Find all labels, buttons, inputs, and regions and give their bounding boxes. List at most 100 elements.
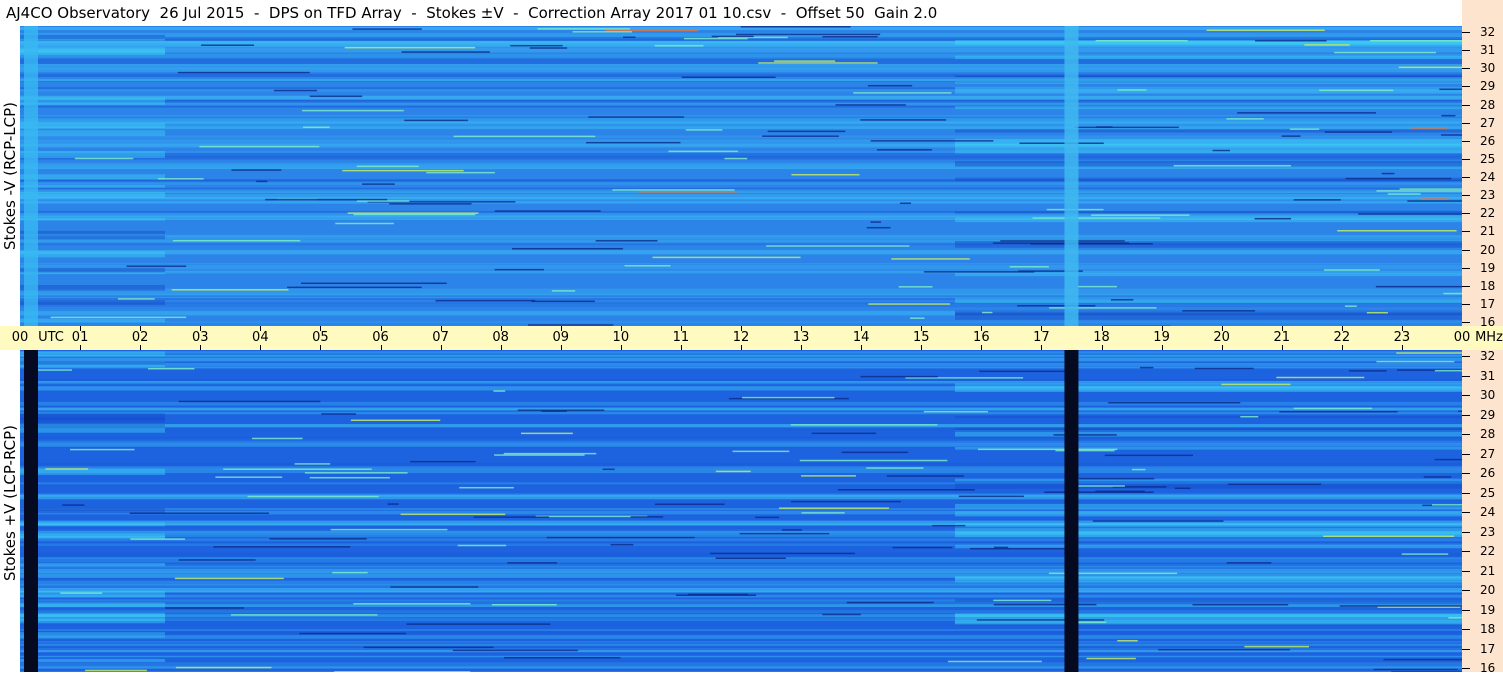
spectral-block-band (20, 469, 165, 475)
interference-streak (668, 151, 738, 153)
interference-streak (655, 504, 725, 506)
interference-streak (1140, 367, 1153, 369)
spectral-band (20, 635, 1462, 639)
interference-streak (682, 77, 776, 79)
interference-streak (742, 397, 834, 399)
time-tickmark-21-bottom (1282, 345, 1283, 350)
time-tickmark-05-bottom (320, 345, 321, 350)
time-tickmark-18-bottom (1102, 345, 1103, 350)
spectral-block-band (955, 576, 1462, 582)
spectral-band (20, 263, 1462, 264)
interference-streak (321, 413, 356, 414)
time-tickmark-04-top (260, 326, 261, 331)
freq-tickmark-16 (1462, 322, 1470, 323)
freq-tick-17: 17 (1480, 642, 1495, 656)
freq-tick-19: 19 (1480, 261, 1495, 275)
spectral-band (20, 408, 1462, 410)
freq-tickmark-27 (1462, 123, 1470, 124)
interference-streak (305, 472, 408, 474)
spectral-block-band (955, 56, 1462, 60)
freq-tickmark-22 (1462, 551, 1470, 552)
interference-streak (1383, 659, 1462, 661)
spectral-band (20, 629, 1462, 630)
interference-streak (85, 670, 147, 672)
interference-streak (868, 85, 912, 87)
freq-tickmark-20 (1462, 590, 1470, 591)
interference-streak (1382, 173, 1395, 175)
freq-tick-31: 31 (1480, 43, 1495, 57)
spectral-block-band (955, 511, 1462, 516)
time-tickmark-06-top (381, 326, 382, 331)
interference-streak (1096, 40, 1188, 42)
interference-streak (538, 28, 631, 30)
spectral-block-band (955, 273, 1462, 276)
spectral-block-band (955, 523, 1462, 527)
interference-streak (1182, 310, 1255, 312)
interference-streak (178, 72, 310, 74)
interference-streak (1349, 370, 1387, 372)
interference-streak (791, 501, 901, 503)
spectral-block-band (20, 362, 165, 365)
interference-streak (302, 110, 404, 112)
interference-streak (586, 142, 680, 144)
spectral-band (20, 656, 1462, 657)
interference-streak (866, 467, 923, 469)
bottom-panel-ylabel: Stokes +V (LCP-RCP) (0, 353, 20, 653)
interference-streak (75, 158, 133, 160)
interference-streak (179, 559, 256, 561)
interference-streak (686, 129, 723, 131)
freq-tickmark-32 (1462, 356, 1470, 357)
interference-streak (1421, 198, 1449, 200)
freq-tick-32: 32 (1480, 349, 1495, 363)
interference-streak (1407, 200, 1462, 202)
freq-tickmark-19 (1462, 268, 1470, 269)
interference-streak (215, 476, 282, 478)
interference-streak (252, 438, 303, 440)
spectral-block-band (20, 123, 165, 128)
interference-streak (1345, 305, 1357, 307)
time-tickmark-17-top (1041, 326, 1042, 331)
freq-tick-21: 21 (1480, 224, 1495, 238)
time-tickmark-11-bottom (681, 345, 682, 350)
interference-streak (1244, 646, 1309, 648)
interference-streak (710, 553, 855, 555)
spectral-block-band (955, 416, 1462, 418)
interference-streak (1411, 127, 1448, 128)
interference-streak (1323, 535, 1454, 537)
freq-tickmark-31 (1462, 50, 1470, 51)
spectral-band (20, 353, 1462, 358)
data-gap-column (1064, 350, 1078, 672)
interference-streak (357, 200, 409, 202)
freq-tickmark-27 (1462, 454, 1470, 455)
spectral-block-band (20, 272, 165, 274)
interference-streak (1439, 89, 1462, 91)
time-tickmark-02-bottom (140, 345, 141, 350)
data-gap-column (1064, 26, 1078, 326)
freq-tick-23: 23 (1480, 525, 1495, 539)
spectral-block-band (20, 632, 165, 637)
interference-streak (1207, 29, 1325, 31)
time-tickmark-01-top (80, 326, 81, 331)
interference-streak (223, 468, 372, 470)
interference-streak (353, 603, 470, 605)
interference-streak (1086, 658, 1135, 660)
interference-streak (822, 36, 877, 38)
interference-streak (436, 300, 536, 302)
time-tickmark-01-bottom (80, 345, 81, 350)
time-tickmark-09-bottom (561, 345, 562, 350)
spectral-band (20, 381, 1462, 382)
interference-streak (1374, 669, 1458, 671)
spectral-block-band (20, 659, 165, 662)
time-tick-end: 00 (1454, 326, 1471, 350)
stokes-plus-v-heatmap (20, 350, 1462, 672)
interference-streak (1158, 649, 1290, 651)
time-tickmark-23-bottom (1402, 345, 1403, 350)
time-tickmark-04-bottom (260, 345, 261, 350)
spectral-block-band (20, 591, 165, 597)
spectral-block-band (20, 300, 165, 305)
interference-streak (1093, 520, 1224, 522)
freq-tick-29: 29 (1480, 79, 1495, 93)
interference-streak (887, 475, 964, 477)
interference-streak (736, 34, 880, 36)
interference-streak (868, 303, 950, 305)
